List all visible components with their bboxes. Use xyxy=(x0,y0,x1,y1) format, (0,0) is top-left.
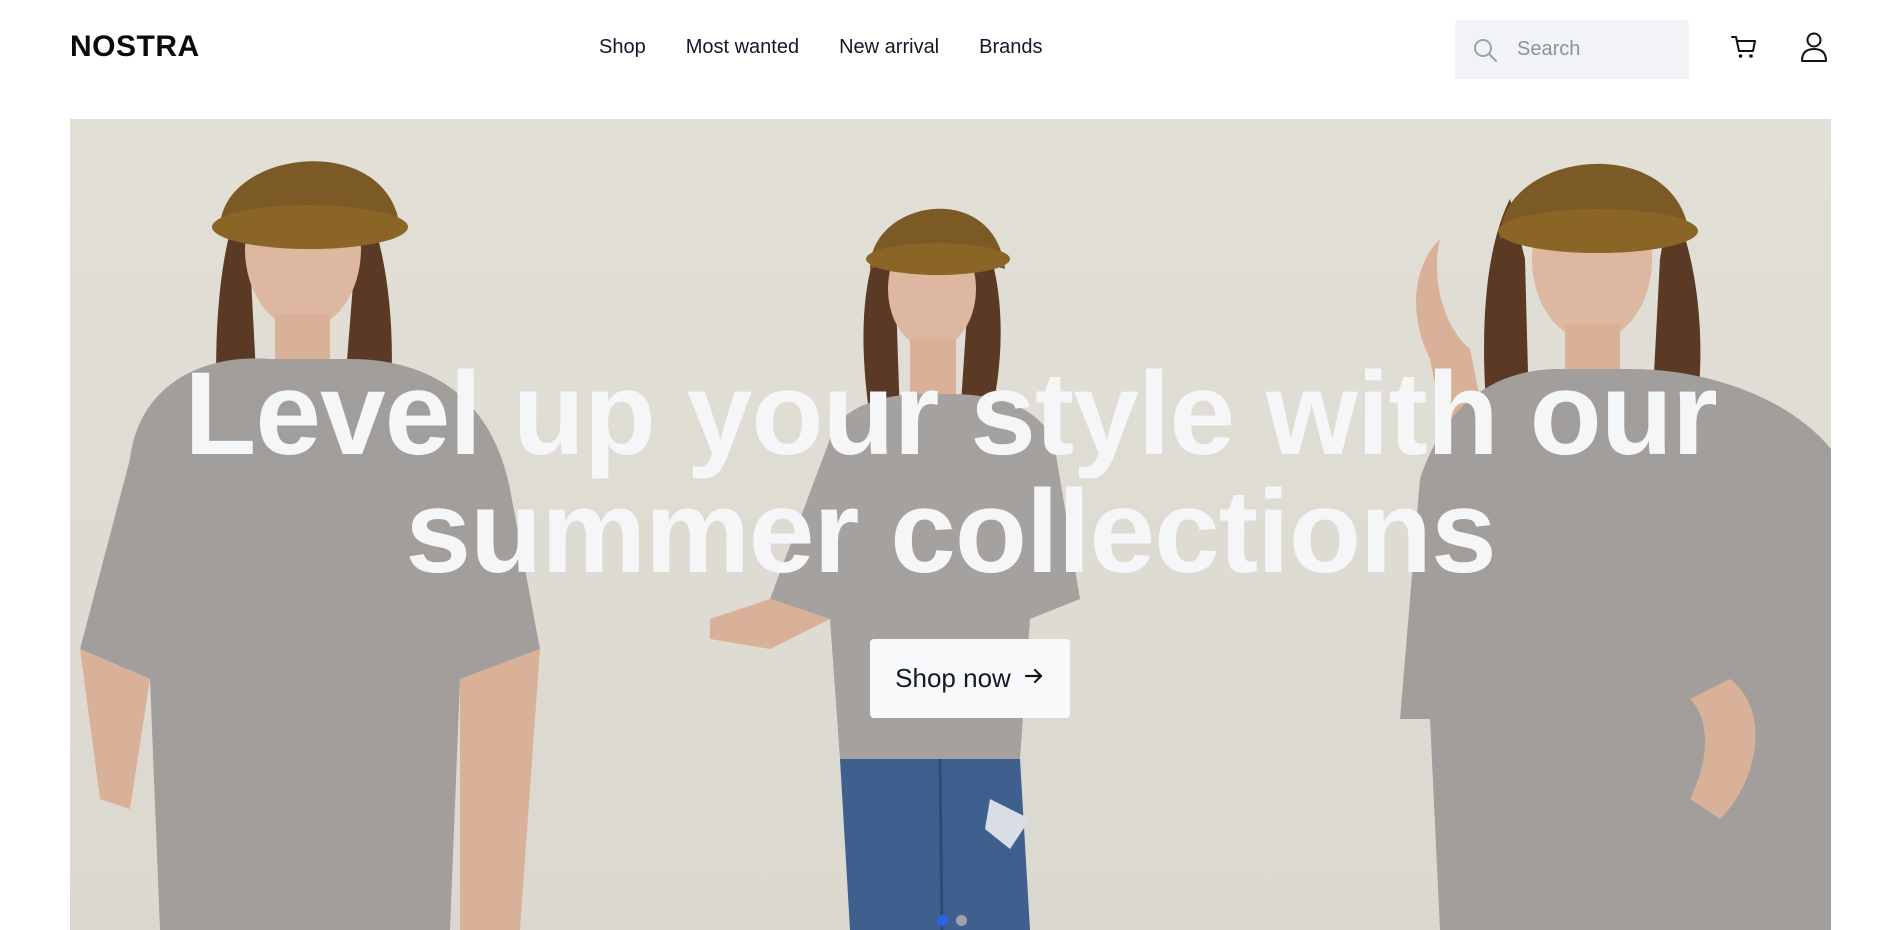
account-button[interactable] xyxy=(1797,32,1831,66)
carousel-dot-2[interactable] xyxy=(956,915,967,926)
arrow-right-icon xyxy=(1023,663,1045,694)
nav-shop[interactable]: Shop xyxy=(599,36,646,59)
carousel-indicators xyxy=(937,915,967,926)
cart-button[interactable] xyxy=(1727,32,1761,66)
search-input[interactable] xyxy=(1515,37,1679,62)
search-box[interactable] xyxy=(1455,20,1689,79)
hero-headline-line-2: summer collections xyxy=(405,466,1496,598)
shop-now-button[interactable]: Shop now xyxy=(870,639,1070,718)
hero-headline-line-1: Level up your style with our xyxy=(184,348,1718,480)
main-nav: Shop Most wanted New arrival Brands xyxy=(599,36,1043,59)
hero-banner: Level up your style with our summer coll… xyxy=(70,119,1831,930)
search-icon xyxy=(1471,36,1499,64)
nav-brands[interactable]: Brands xyxy=(979,36,1042,59)
site-header: NOSTRA Shop Most wanted New arrival Bran… xyxy=(0,0,1903,99)
user-icon xyxy=(1799,31,1829,68)
logo[interactable]: NOSTRA xyxy=(70,30,200,64)
nav-new-arrival[interactable]: New arrival xyxy=(839,36,939,59)
shop-now-label: Shop now xyxy=(895,663,1011,693)
carousel-dot-1[interactable] xyxy=(937,915,948,926)
nav-most-wanted[interactable]: Most wanted xyxy=(686,36,799,59)
cart-icon xyxy=(1729,32,1759,67)
hero-headline: Level up your style with our summer coll… xyxy=(70,355,1831,591)
